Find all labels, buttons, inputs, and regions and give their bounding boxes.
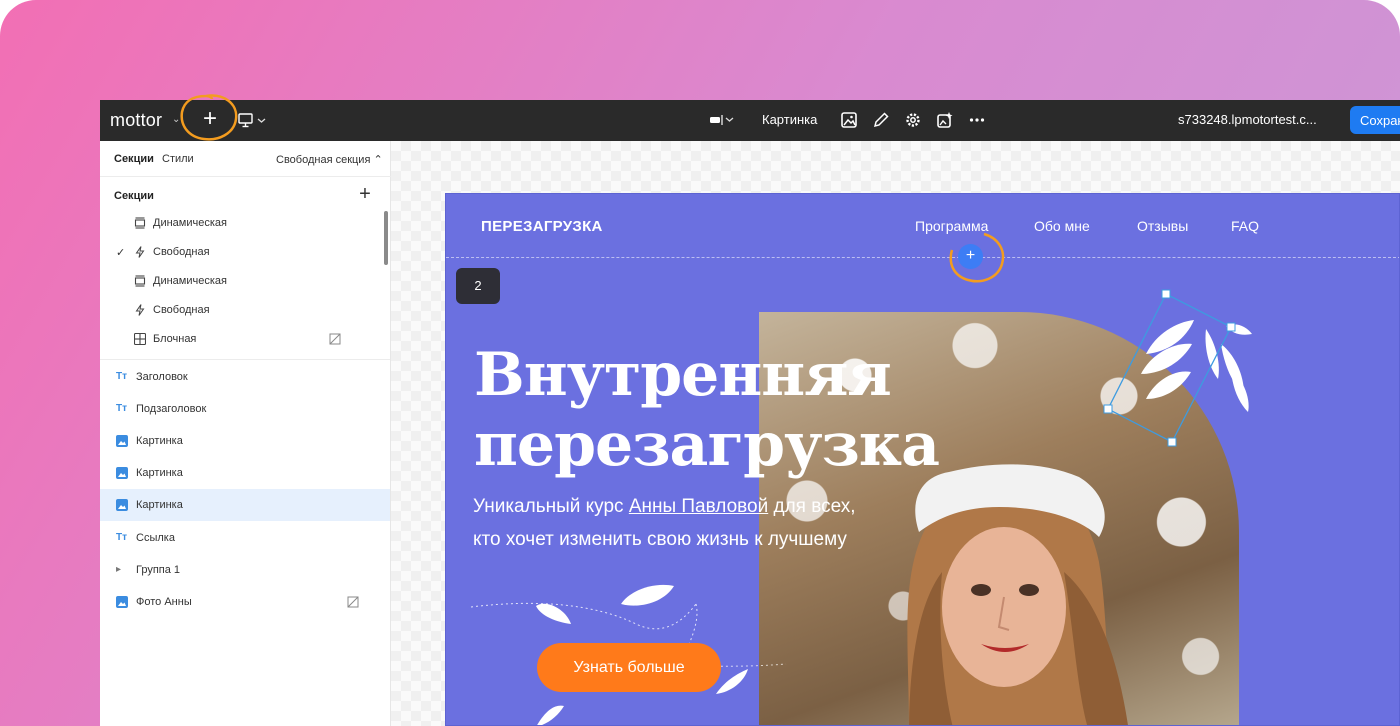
image-icon xyxy=(116,596,128,608)
app-logo[interactable]: mottor xyxy=(110,110,162,131)
nav-link-faq[interactable]: FAQ xyxy=(1231,218,1259,234)
tab-styles[interactable]: Стили xyxy=(162,153,194,165)
section-item-dynamic-2[interactable]: Динамическая xyxy=(100,268,390,296)
section-item-label: Свободная xyxy=(153,246,210,258)
section-item-dynamic-1[interactable]: Динамическая xyxy=(100,210,390,238)
headline-line-2: перезагрузка xyxy=(474,410,940,480)
section-number-badge: 2 xyxy=(456,268,500,304)
section-item-label: Свободная xyxy=(153,304,210,316)
section-item-block[interactable]: Блочная xyxy=(100,326,390,354)
section-boundary-line xyxy=(446,257,1399,258)
caret-right-icon[interactable]: ▸ xyxy=(116,564,128,576)
more-dots-icon xyxy=(969,118,985,122)
nav-link-program[interactable]: Программа xyxy=(915,218,988,234)
more-button[interactable] xyxy=(968,111,986,134)
layer-item-label: Картинка xyxy=(136,467,183,479)
subtitle-text: Уникальный курс xyxy=(473,496,629,517)
editor-canvas[interactable]: ПЕРЕЗАГРУЗКА Программа Обо мне Отзывы FA… xyxy=(391,141,1400,726)
toggle-icon xyxy=(710,115,734,125)
selected-element-label: Картинка xyxy=(762,112,818,127)
image-settings-button[interactable] xyxy=(840,111,858,134)
layer-item-label: Ссылка xyxy=(136,532,175,544)
pencil-icon xyxy=(873,112,889,128)
sections-heading: Секции xyxy=(114,190,154,202)
site-url[interactable]: s733248.lpmotortest.c... xyxy=(1178,112,1317,127)
section-item-label: Динамическая xyxy=(153,217,227,229)
add-section-button[interactable]: + xyxy=(357,183,373,206)
sidebar-tabs: Секции Стили Свободная секция ⌃ xyxy=(100,141,391,177)
site-brand[interactable]: ПЕРЕЗАГРУЗКА xyxy=(481,218,603,235)
section-type-dropdown[interactable]: Свободная секция ⌃ xyxy=(276,153,383,166)
background-frame: mottor ⌄ + Картинка s733248.lpmotortest.… xyxy=(0,0,1400,726)
section-item-free-2[interactable]: Свободная xyxy=(100,297,390,325)
top-toolbar: mottor ⌄ + Картинка s733248.lpmotortest.… xyxy=(100,100,1400,141)
layer-item-link[interactable]: Tт Ссылка xyxy=(100,522,390,554)
tab-sections[interactable]: Секции xyxy=(114,153,154,165)
width-toggle-button[interactable] xyxy=(709,112,737,133)
edit-button[interactable] xyxy=(872,111,890,134)
desktop-icon xyxy=(238,113,266,128)
layer-item-label: Картинка xyxy=(136,499,183,511)
lightning-icon xyxy=(134,246,146,258)
left-sidebar: Секции Стили Свободная секция ⌃ Секции +… xyxy=(100,141,391,726)
hidden-icon[interactable] xyxy=(347,596,359,608)
layer-item-image-2[interactable]: Картинка xyxy=(100,457,390,489)
layer-item-heading[interactable]: Tт Заголовок xyxy=(100,361,390,393)
subtitle-text: для всех, xyxy=(768,496,856,517)
layer-item-group[interactable]: ▸ Группа 1 xyxy=(100,554,390,586)
headline-line-1: Внутренняя xyxy=(474,340,892,410)
text-icon: Tт xyxy=(116,371,128,382)
image-icon xyxy=(116,467,128,479)
text-icon: Tт xyxy=(116,403,128,414)
section-item-label: Блочная xyxy=(153,333,197,345)
hero-headline[interactable]: Внутренняя перезагрузка xyxy=(474,340,940,480)
image-effects-icon xyxy=(937,112,953,128)
layer-item-photo[interactable]: Фото Анны xyxy=(100,586,390,618)
image-icon xyxy=(116,435,128,447)
dynamic-section-icon xyxy=(134,275,146,287)
subtitle-line-2: кто хочет изменить свою жизнь к лучшему xyxy=(473,529,847,550)
landing-page-preview[interactable]: ПЕРЕЗАГРУЗКА Программа Обо мне Отзывы FA… xyxy=(445,193,1400,726)
layer-item-label: Заголовок xyxy=(136,371,188,383)
hidden-icon[interactable] xyxy=(329,333,341,345)
text-icon: Tт xyxy=(116,532,128,543)
layer-item-label: Фото Анны xyxy=(136,596,192,608)
layer-item-label: Картинка xyxy=(136,435,183,447)
save-button[interactable]: Сохран xyxy=(1350,106,1400,134)
grid-icon xyxy=(133,332,147,346)
picture-icon xyxy=(841,112,857,128)
dynamic-section-icon xyxy=(134,217,146,229)
gear-icon xyxy=(906,113,920,127)
section-item-label: Динамическая xyxy=(153,275,227,287)
editor-window: mottor ⌄ + Картинка s733248.lpmotortest.… xyxy=(100,100,1400,726)
layer-item-label: Подзаголовок xyxy=(136,403,207,415)
author-link[interactable]: Анны Павловой xyxy=(629,496,768,517)
hero-subtitle[interactable]: Уникальный курс Анны Павловой для всех, … xyxy=(473,490,913,556)
settings-button[interactable] xyxy=(904,111,922,134)
lightning-icon xyxy=(134,304,146,316)
check-icon: ✓ xyxy=(116,247,126,259)
effects-button[interactable] xyxy=(936,111,954,134)
nav-link-about[interactable]: Обо мне xyxy=(1034,218,1090,234)
cta-button[interactable]: Узнать больше xyxy=(537,643,721,692)
logo-chevron-down-icon[interactable]: ⌄ xyxy=(172,114,180,125)
device-switch-button[interactable] xyxy=(238,111,268,131)
add-element-button[interactable]: + xyxy=(198,107,222,133)
layer-item-label: Группа 1 xyxy=(136,564,181,576)
nav-link-reviews[interactable]: Отзывы xyxy=(1137,218,1188,234)
image-icon xyxy=(116,499,128,511)
add-block-button[interactable]: + xyxy=(958,244,983,269)
sidebar-divider xyxy=(100,359,390,360)
layer-item-image-3-selected[interactable]: Картинка xyxy=(100,489,390,521)
layer-item-image-1[interactable]: Картинка xyxy=(100,425,390,457)
layer-item-subheading[interactable]: Tт Подзаголовок xyxy=(100,393,390,425)
section-item-free-1[interactable]: ✓ Свободная xyxy=(100,239,390,267)
